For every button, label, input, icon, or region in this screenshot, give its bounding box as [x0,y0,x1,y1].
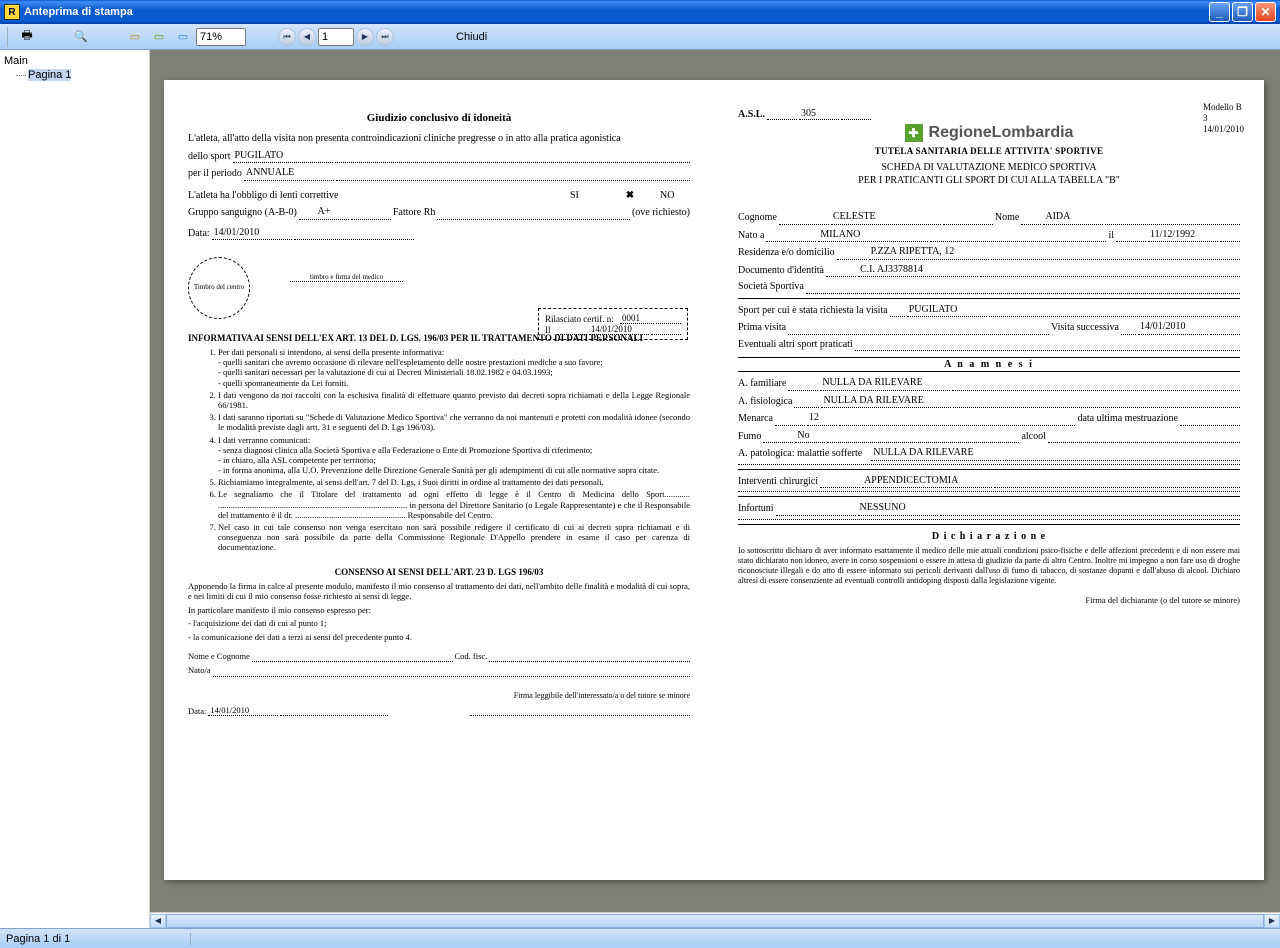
close-button[interactable]: ✕ [1255,2,1276,22]
page-number-input[interactable] [318,28,354,46]
last-page-button[interactable]: ⏭ [376,28,394,46]
titlebar: R Anteprima di stampa _ ❐ ✕ [0,0,1280,24]
toolbar: ⏮ ◀ ▶ ⏭ Chiudi [0,24,1280,50]
minimize-button[interactable]: _ [1209,2,1230,22]
view-facing-button[interactable] [148,26,170,48]
status-page: Pagina 1 di 1 [6,933,191,945]
scroll-left-button[interactable]: ◀ [150,914,166,928]
prev-page-button[interactable]: ◀ [298,28,316,46]
maximize-button[interactable]: ❐ [1232,2,1253,22]
statusbar: Pagina 1 di 1 [0,928,1280,948]
preview-viewport: Giudizio conclusivo di idoneità L'atleta… [150,50,1280,928]
view-continuous-button[interactable] [172,26,194,48]
page-tree: Main Pagina 1 [0,50,150,928]
view-onepage-button[interactable] [124,26,146,48]
modello-box: Modello B 3 14/01/2010 [1203,102,1244,134]
brand-icon: ✚ [905,124,923,142]
cert-box: Rilasciato certif. n: 0001 Il 14/01/2010 [538,308,688,340]
stamp-placeholder: Timbro del centro [188,257,250,319]
scroll-thumb[interactable] [166,914,1264,928]
giudizio-title: Giudizio conclusivo di idoneità [188,112,690,124]
close-preview-button[interactable]: Chiudi [446,29,497,45]
tree-page-1[interactable]: Pagina 1 [4,68,145,82]
horizontal-scrollbar[interactable]: ◀ ▶ [150,912,1280,928]
print-button[interactable] [16,26,38,48]
find-button[interactable] [70,26,92,48]
page-1: Giudizio conclusivo di idoneità L'atleta… [164,80,1264,880]
grip [7,27,11,47]
brand: ✚ RegioneLombardia [738,124,1240,142]
window-title: Anteprima di stampa [24,6,133,18]
scroll-right-button[interactable]: ▶ [1264,914,1280,928]
x-mark-icon: ✖ [600,189,660,203]
tree-root[interactable]: Main [4,54,145,68]
app-icon: R [4,4,20,20]
first-page-button[interactable]: ⏮ [278,28,296,46]
next-page-button[interactable]: ▶ [356,28,374,46]
zoom-input[interactable] [196,28,246,46]
